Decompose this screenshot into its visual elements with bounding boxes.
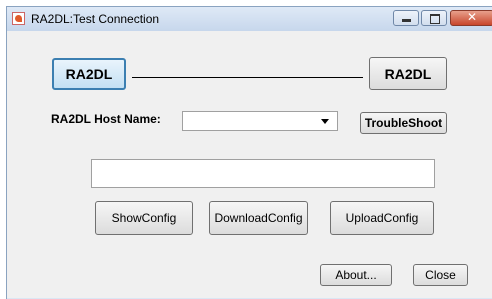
window-title: RA2DL:Test Connection [31,12,160,26]
ra2dl-remote-button[interactable]: RA2DL [369,57,447,90]
chevron-down-icon[interactable] [321,119,329,124]
close-icon[interactable] [450,10,492,26]
host-name-label: RA2DL Host Name: [51,112,161,126]
minimize-icon[interactable] [393,10,419,26]
ra2dl-local-button[interactable]: RA2DL [52,58,126,90]
output-field[interactable] [91,159,435,188]
troubleshoot-button[interactable]: TroubleShoot [360,112,447,134]
upload-config-button[interactable]: UploadConfig [330,201,434,235]
java-app-icon [12,12,25,25]
connection-line [132,77,363,78]
download-config-button[interactable]: DownloadConfig [209,201,308,235]
host-name-combobox[interactable] [182,111,338,131]
close-button[interactable]: Close [413,264,468,286]
show-config-button[interactable]: ShowConfig [95,201,193,235]
title-bar[interactable]: RA2DL:Test Connection [7,7,492,32]
about-button[interactable]: About... [320,264,392,286]
maximize-icon[interactable] [421,10,447,26]
